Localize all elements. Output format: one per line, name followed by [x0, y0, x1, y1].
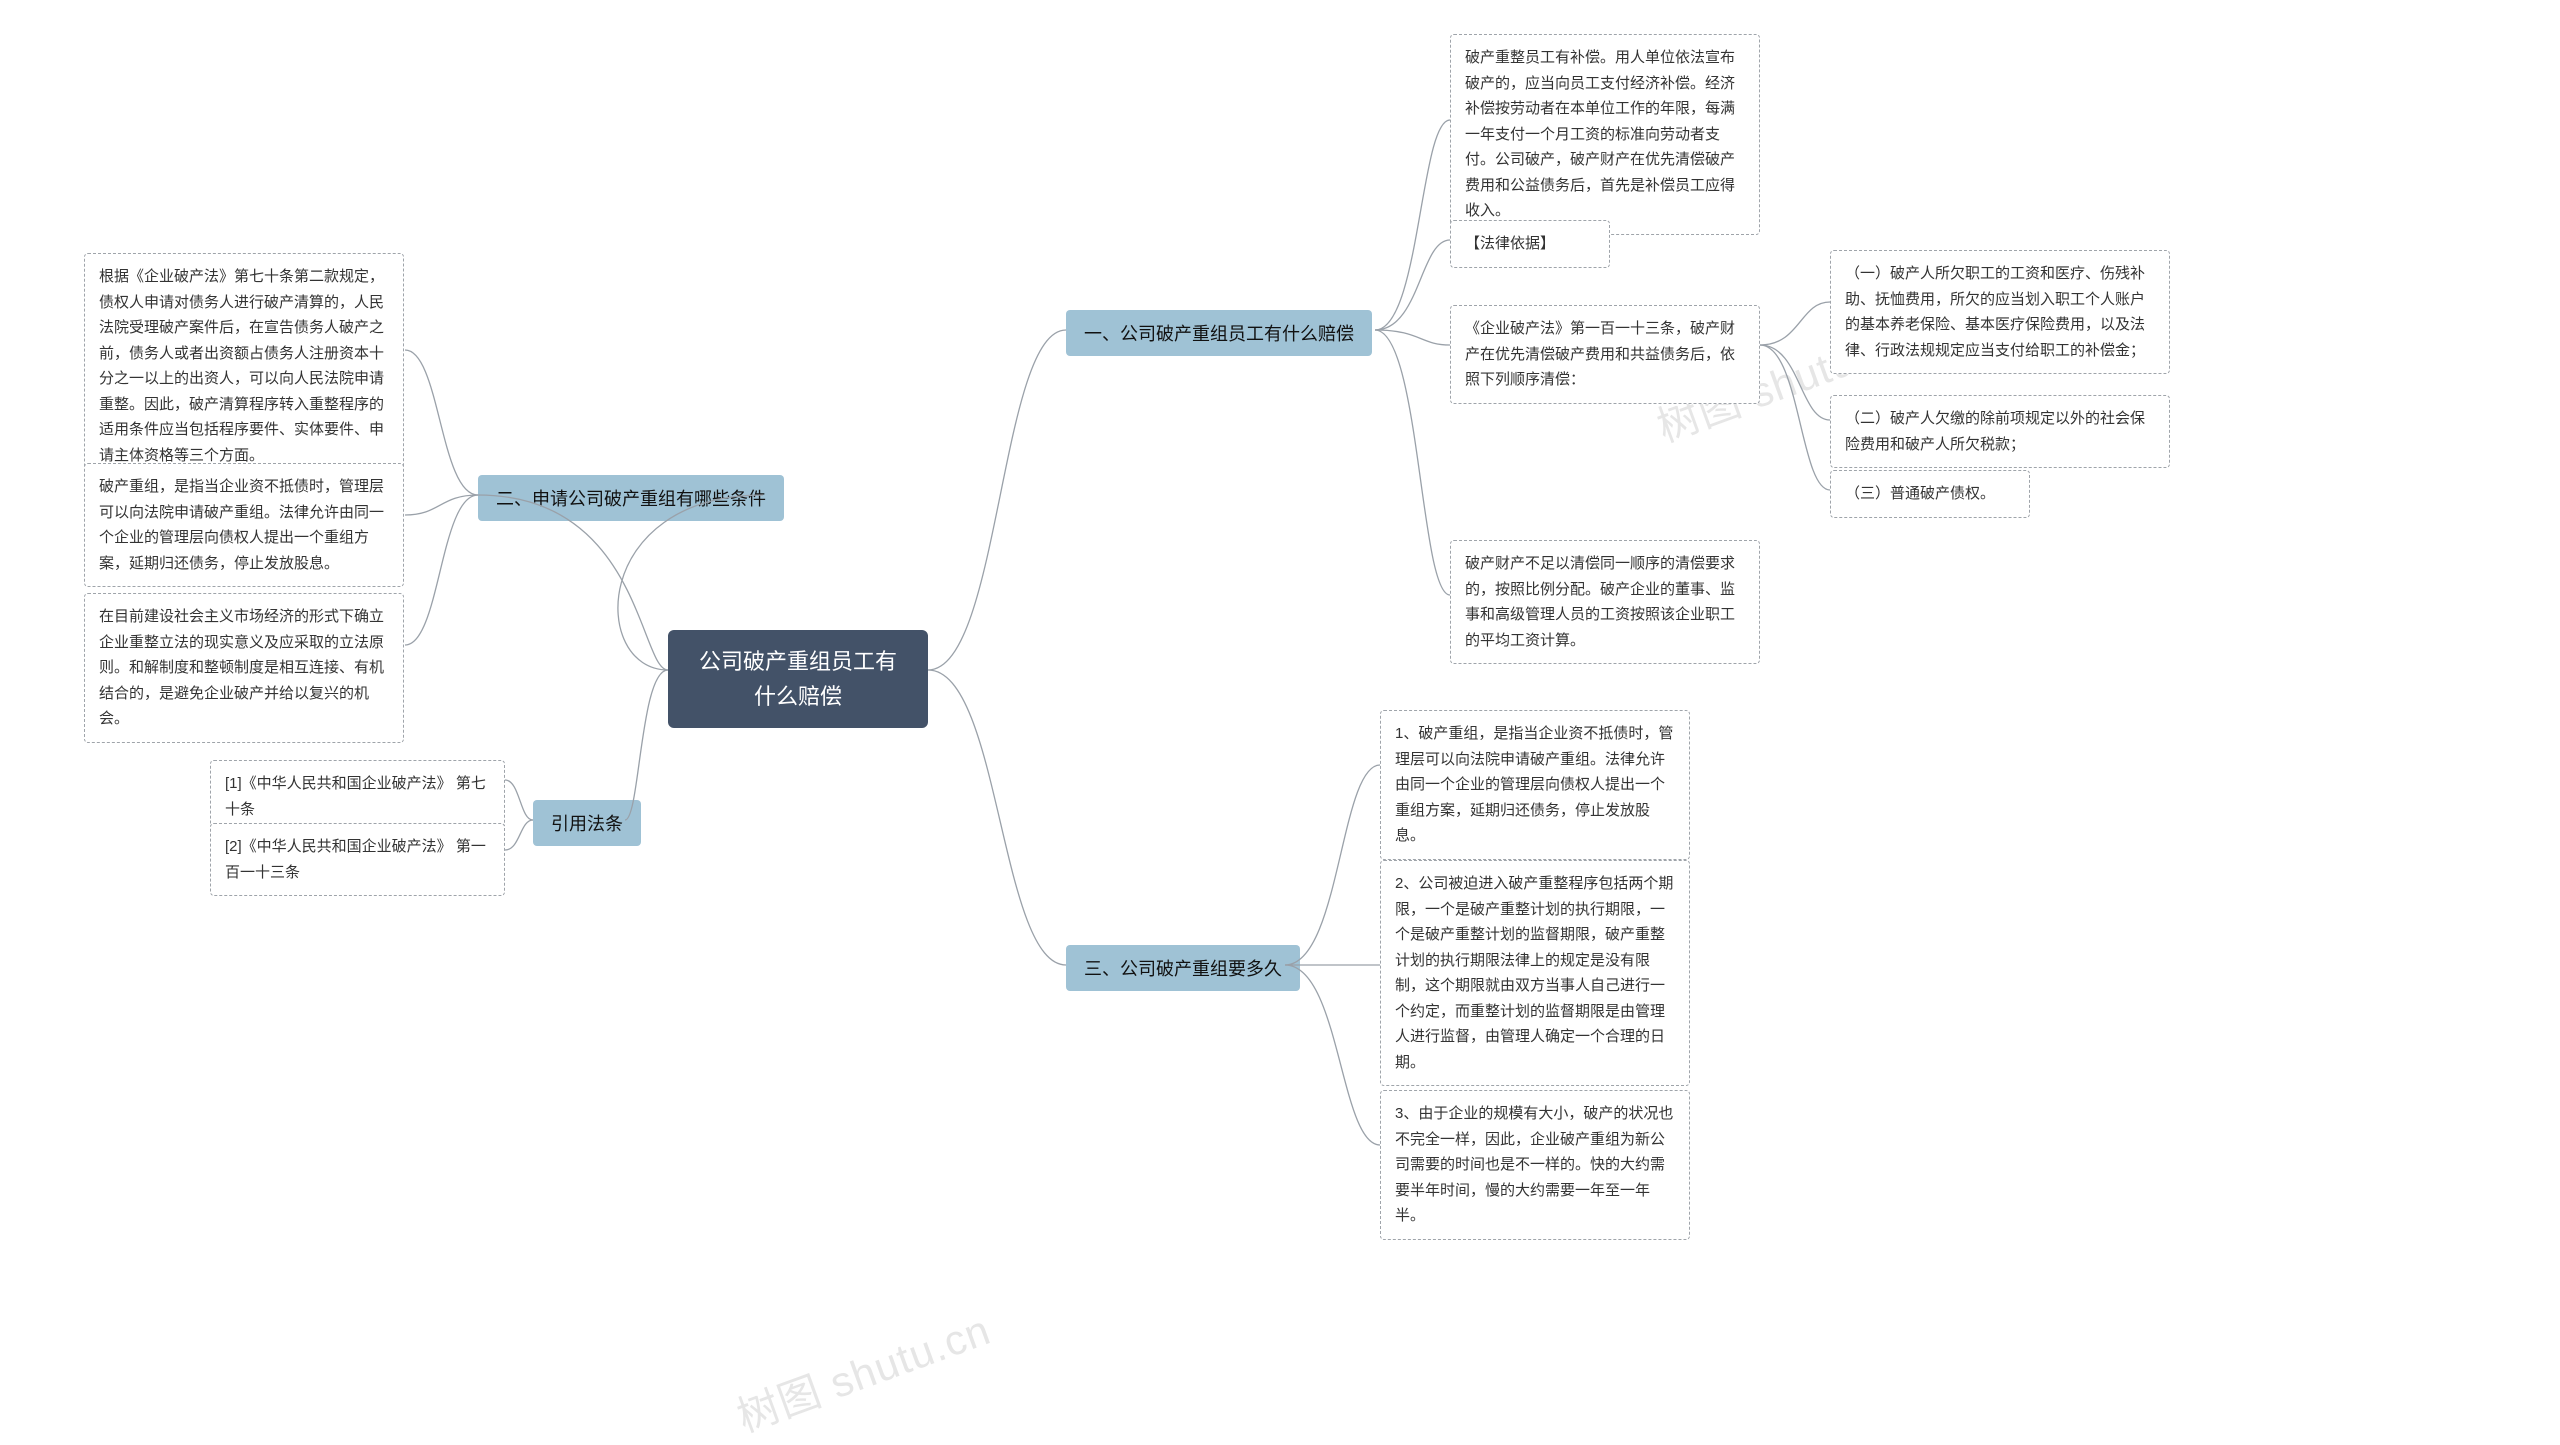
branch-section-1: 一、公司破产重组员工有什么赔偿	[1066, 310, 1372, 356]
leaf-b1-l3b: （二）破产人欠缴的除前项规定以外的社会保险费用和破产人所欠税款；	[1830, 395, 2170, 468]
leaf-b3-l3: 3、由于企业的规模有大小，破产的状况也不完全一样，因此，企业破产重组为新公司需要…	[1380, 1090, 1690, 1240]
leaf-b1-l3c: （三）普通破产债权。	[1830, 470, 2030, 518]
leaf-b4-l2: [2]《中华人民共和国企业破产法》 第一百一十三条	[210, 823, 505, 896]
leaf-b2-l2: 破产重组，是指当企业资不抵债时，管理层可以向法院申请破产重组。法律允许由同一个企…	[84, 463, 404, 587]
leaf-b2-l3: 在目前建设社会主义市场经济的形式下确立企业重整立法的现实意义及应采取的立法原则。…	[84, 593, 404, 743]
branch-section-2: 二、申请公司破产重组有哪些条件	[478, 475, 784, 521]
branch-section-3: 三、公司破产重组要多久	[1066, 945, 1300, 991]
leaf-b3-l2: 2、公司被迫进入破产重整程序包括两个期限，一个是破产重整计划的执行期限，一个是破…	[1380, 860, 1690, 1086]
leaf-b1-l2: 【法律依据】	[1450, 220, 1610, 268]
leaf-b1-l3: 《企业破产法》第一百一十三条，破产财产在优先清偿破产费用和共益债务后，依照下列顺…	[1450, 305, 1760, 404]
leaf-b1-l4: 破产财产不足以清偿同一顺序的清偿要求的，按照比例分配。破产企业的董事、监事和高级…	[1450, 540, 1760, 664]
branch-references: 引用法条	[533, 800, 641, 846]
leaf-b2-l1: 根据《企业破产法》第七十条第二款规定，债权人申请对债务人进行破产清算的，人民法院…	[84, 253, 404, 479]
root-node: 公司破产重组员工有什么赔偿	[668, 630, 928, 728]
leaf-b1-l3a: （一）破产人所欠职工的工资和医疗、伤残补助、抚恤费用，所欠的应当划入职工个人账户…	[1830, 250, 2170, 374]
leaf-b1-l1: 破产重整员工有补偿。用人单位依法宣布破产的，应当向员工支付经济补偿。经济补偿按劳…	[1450, 34, 1760, 235]
watermark: 树图 shutu.cn	[728, 1296, 998, 1444]
leaf-b3-l1: 1、破产重组，是指当企业资不抵债时，管理层可以向法院申请破产重组。法律允许由同一…	[1380, 710, 1690, 860]
